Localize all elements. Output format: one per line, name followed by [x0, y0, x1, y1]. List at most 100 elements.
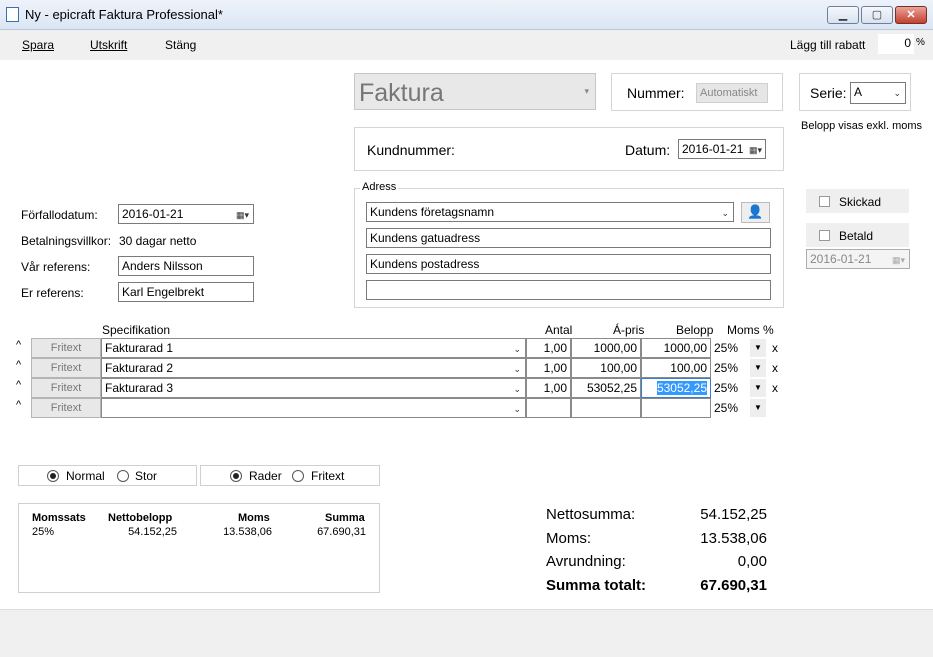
doc-type-select[interactable]: Faktura ▾	[354, 73, 596, 110]
close-menu-item[interactable]: Stäng	[165, 38, 196, 52]
row-qty-input[interactable]: 1,00	[526, 338, 571, 358]
net-amount-header: Nettobelopp	[108, 512, 173, 524]
fritext-button[interactable]: Fritext	[31, 338, 101, 358]
chevron-down-icon: ⌄	[513, 404, 521, 414]
our-reference-input[interactable]: Anders Nilsson	[118, 256, 254, 276]
title-bar: Ny - epicraft Faktura Professional* ▁ ▢ …	[0, 0, 933, 30]
contact-person-button[interactable]: 👤	[741, 202, 770, 223]
date-picker[interactable]: 2016-01-21 ▦▾	[678, 139, 766, 159]
normal-radio-label: Normal	[66, 469, 105, 483]
minimize-button[interactable]: ▁	[827, 6, 859, 24]
maximize-button[interactable]: ▢	[861, 6, 893, 24]
company-name-select[interactable]: Kundens företagsnamn ⌄	[366, 202, 734, 222]
sent-label: Skickad	[839, 195, 882, 209]
large-radio[interactable]	[117, 469, 129, 483]
normal-radio[interactable]	[47, 469, 59, 483]
sent-checkbox[interactable]	[819, 195, 830, 209]
row-amount-input[interactable]	[641, 398, 711, 418]
row-spec-select[interactable]: Fakturarad 2 ⌄	[101, 358, 526, 378]
company-name-value: Kundens företagsnamn	[370, 205, 495, 219]
street-address-input[interactable]: Kundens gatuadress	[366, 228, 771, 248]
row-price-input[interactable]: 100,00	[571, 358, 641, 378]
row-spec-select[interactable]: ⌄	[101, 398, 526, 418]
number-box: Nummer: Automatiskt	[611, 73, 783, 111]
number-field[interactable]: Automatiskt	[696, 83, 768, 103]
discount-input[interactable]: 0	[878, 34, 914, 54]
payment-terms-label: Betalningsvillkor:	[21, 234, 112, 248]
paid-checkbox-row[interactable]: Betald	[806, 223, 909, 247]
row-price-input[interactable]: 53052,25	[571, 378, 641, 398]
row-amount-input[interactable]: 1000,00	[641, 338, 711, 358]
paid-date-picker[interactable]: 2016-01-21 ▦▾	[806, 249, 910, 269]
row-spec-select[interactable]: Fakturarad 3 ⌄	[101, 378, 526, 398]
row-spec-select[interactable]: Fakturarad 1 ⌄	[101, 338, 526, 358]
date-value: 2016-01-21	[682, 142, 744, 156]
row-vat-dropdown[interactable]: ▼	[750, 339, 766, 357]
delete-row-button[interactable]: x	[772, 381, 778, 395]
calendar-icon[interactable]: ▦▾	[236, 208, 249, 223]
row-spec-value: Fakturarad 3	[105, 381, 174, 395]
row-price-input[interactable]: 1000,00	[571, 338, 641, 358]
row-qty-input[interactable]: 1,00	[526, 378, 571, 398]
print-menu-item[interactable]: Utskrift	[90, 38, 127, 52]
paid-label: Betald	[839, 229, 874, 243]
chevron-down-icon: ⌄	[513, 364, 521, 374]
row-amount-value: 100,00	[670, 361, 707, 375]
customer-number-label: Kundnummer:	[367, 142, 455, 158]
freetext-radio[interactable]	[292, 469, 304, 483]
paid-date-value: 2016-01-21	[810, 252, 872, 266]
their-reference-input[interactable]: Karl Engelbrekt	[118, 282, 254, 302]
row-vat-dropdown[interactable]: ▼	[750, 359, 766, 377]
number-label: Nummer:	[627, 85, 685, 101]
date-label: Datum:	[625, 142, 671, 158]
due-date-picker[interactable]: 2016-01-21 ▦▾	[118, 204, 254, 224]
vat-total-value: 13.538,06	[700, 530, 767, 547]
move-up-button[interactable]: ^	[16, 339, 21, 351]
save-menu-item[interactable]: Spara	[22, 38, 54, 52]
net-total-value: 54.152,25	[700, 506, 767, 523]
rows-radio-label: Rader	[249, 469, 282, 483]
move-up-button[interactable]: ^	[16, 379, 21, 391]
rows-radio[interactable]	[230, 469, 242, 483]
row-spec-value: Fakturarad 2	[105, 361, 174, 375]
move-up-button[interactable]: ^	[16, 399, 21, 411]
row-vat-value: 25%	[714, 361, 739, 375]
vat-summary-table: Momssats Nettobelopp Moms Summa 25% 54.1…	[18, 503, 380, 593]
row-amount-input[interactable]: 53052,25	[641, 378, 711, 398]
payment-terms-value[interactable]: 30 dagar netto	[119, 234, 196, 248]
chevron-down-icon: ⌄	[513, 344, 521, 354]
move-up-button[interactable]: ^	[16, 359, 21, 371]
net-total-label: Nettosumma:	[546, 506, 636, 523]
postal-address-input[interactable]: Kundens postadress	[366, 254, 771, 274]
paid-checkbox[interactable]	[819, 229, 830, 243]
discount-label: Lägg till rabatt	[790, 38, 866, 52]
net-amount-cell: 54.152,25	[128, 526, 177, 538]
row-amount-input[interactable]: 100,00	[641, 358, 711, 378]
delete-row-button[interactable]: x	[772, 361, 778, 375]
calendar-icon: ▦▾	[891, 255, 905, 265]
sent-checkbox-row[interactable]: Skickad	[806, 189, 909, 213]
delete-row-button[interactable]: x	[772, 341, 778, 355]
series-value: A	[854, 85, 863, 99]
app-icon	[6, 7, 19, 22]
extra-address-input[interactable]	[366, 280, 771, 300]
rounding-value: 0,00	[737, 553, 767, 570]
close-window-button[interactable]: ✕	[895, 6, 927, 24]
fritext-button[interactable]: Fritext	[31, 378, 101, 398]
fritext-button[interactable]: Fritext	[31, 358, 101, 378]
calendar-icon[interactable]: ▦▾	[749, 143, 762, 158]
row-qty-input[interactable]: 1,00	[526, 358, 571, 378]
chevron-down-icon: ▾	[584, 86, 589, 96]
series-label: Serie:	[810, 85, 847, 101]
amount-header: Belopp	[676, 323, 714, 337]
row-vat-dropdown[interactable]: ▼	[750, 379, 766, 397]
row-vat-dropdown[interactable]: ▼	[750, 399, 766, 417]
row-vat-value: 25%	[714, 341, 739, 355]
row-price-input[interactable]	[571, 398, 641, 418]
row-amount-value: 1000,00	[663, 341, 707, 355]
row-qty-input[interactable]	[526, 398, 571, 418]
series-select[interactable]: A ⌄	[850, 82, 906, 104]
vat-rate-header: Momssats	[32, 512, 86, 524]
fritext-button[interactable]: Fritext	[31, 398, 101, 418]
vat-total-label: Moms:	[546, 530, 591, 547]
